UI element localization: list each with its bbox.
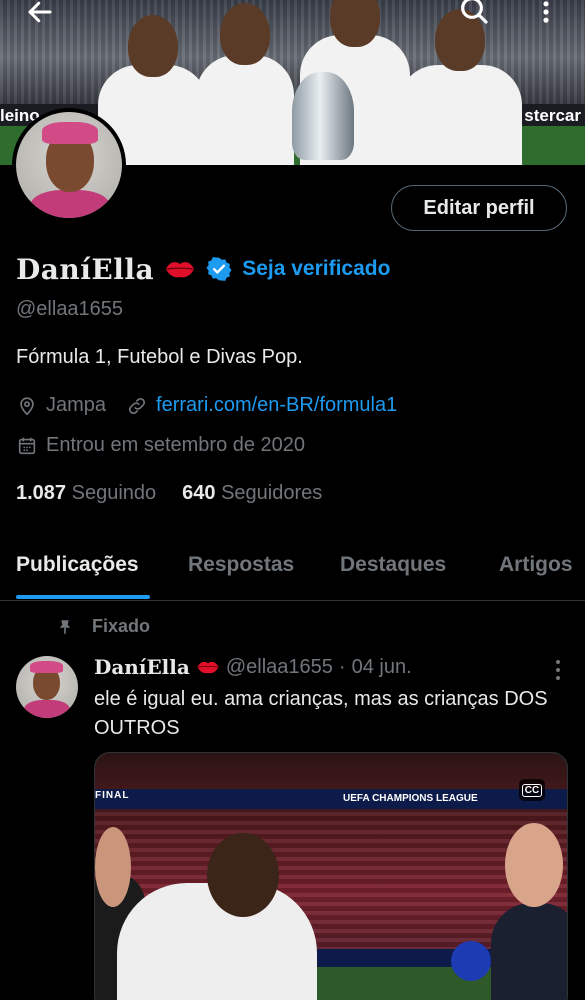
tab-respostas[interactable]: Respostas [188,553,294,577]
get-verified-link[interactable]: Seja verificado [242,257,390,281]
profile-handle: @ellaa1655 [16,298,124,320]
tab-publicacoes[interactable]: Publicações [16,553,139,577]
video-board-final: FINAL [95,790,130,801]
video-board-ucl: UEFA CHAMPIONS LEAGUE [343,793,478,804]
post-more-button[interactable] [552,658,564,687]
profile-meta-location-website: Jampa ferrari.com/en-BR/formula1 [16,394,397,417]
followers-stat[interactable]: 640 Seguidores [182,482,322,505]
tab-destaques[interactable]: Destaques [340,553,446,577]
edit-profile-button[interactable]: Editar perfil [391,185,567,231]
video-person-right [491,903,567,1000]
post-text: ele é igual eu. ama crianças, mas as cri… [94,688,548,739]
calendar-icon [18,437,36,454]
profile-name-row: DaníElla Seja verificado [16,252,390,286]
tab-artigos[interactable]: Artigos [499,553,573,577]
search-button[interactable] [454,0,494,30]
post-video[interactable]: FINAL UEFA CHAMPIONS LEAGUE CC [94,752,568,1000]
banner-player-4 [398,9,522,165]
banner-trophy [292,72,354,160]
display-name: DaníElla [16,252,155,286]
cc-icon: CC [521,783,543,797]
profile-joined-date: Entrou em setembro de 2020 [46,434,306,456]
video-microphone [451,941,491,981]
arrow-left-icon [28,1,52,23]
closed-captions-button[interactable]: CC [519,779,545,801]
lips-emoji-icon [166,262,195,278]
more-vertical-icon [543,1,549,23]
lips-emoji-icon [197,661,219,674]
more-vertical-icon [556,660,560,680]
video-led-board [95,789,567,809]
profile-avatar[interactable] [12,108,126,222]
profile-tabs: Publicações Respostas Destaques Artigos [0,540,585,601]
active-tab-indicator [16,595,150,599]
pinned-indicator: Fixado [56,616,150,637]
followers-label: Seguidores [221,482,323,504]
location-pin-icon [20,396,34,415]
post-date[interactable]: 04 jun. [352,656,412,679]
avatar-image [16,112,122,218]
pin-icon [59,619,71,634]
profile-location: Jampa [46,394,107,416]
video-player-center-head [207,833,279,917]
following-stat[interactable]: 1.087 Seguindo [16,482,156,505]
profile-bio: Fórmula 1, Futebol e Divas Pop. [16,346,303,368]
post-author-handle[interactable]: @ellaa1655 [226,656,333,679]
post-header: DaníElla @ellaa1655 · 04 jun. [94,655,412,679]
verified-badge-icon[interactable] [206,256,232,282]
banner-player-2 [196,3,294,165]
pinned-label: Fixado [92,616,151,636]
post-separator: · [338,655,346,678]
post-author-avatar[interactable] [16,656,78,718]
more-options-button[interactable] [526,0,566,32]
following-count: 1.087 [16,482,67,504]
followers-count: 640 [182,482,216,504]
search-icon [461,0,488,24]
video-person-right-head [505,823,563,907]
back-button[interactable] [20,0,60,32]
post-author-name[interactable]: DaníElla [94,655,190,679]
video-person-left-head [95,827,131,907]
profile-website-link[interactable]: ferrari.com/en-BR/formula1 [156,394,397,417]
profile-meta-joined: Entrou em setembro de 2020 [16,434,305,457]
profile-stats: 1.087 Seguindo 640 Seguidores [16,482,322,505]
link-icon [128,397,146,414]
following-label: Seguindo [71,482,157,504]
banner-board-text-right: stercar [524,106,581,125]
